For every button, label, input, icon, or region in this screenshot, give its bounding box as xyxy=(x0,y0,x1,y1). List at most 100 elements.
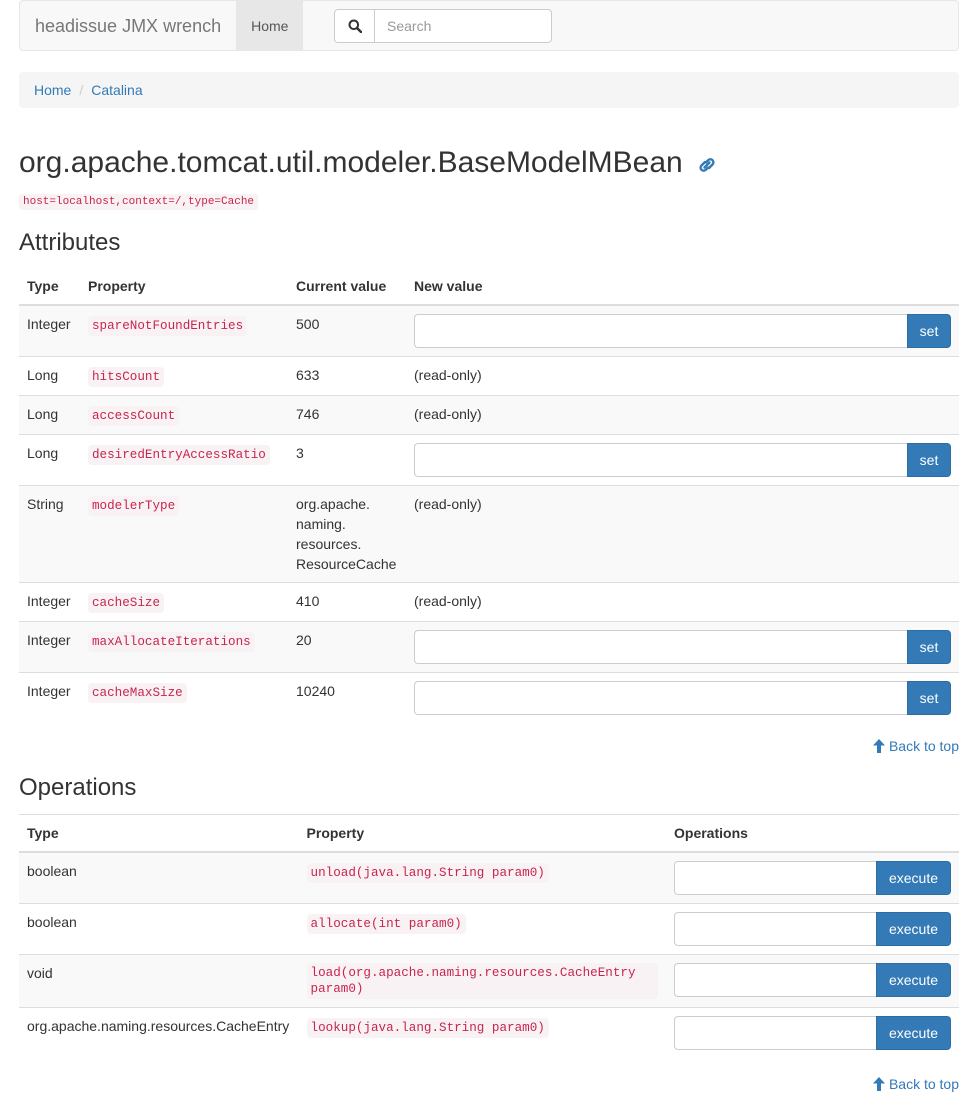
page-title-text: org.apache.tomcat.util.modeler.BaseModel… xyxy=(19,146,683,179)
operation-row: boolean allocate(int param0) execute xyxy=(19,903,959,955)
attribute-current-value: 500 xyxy=(288,305,406,357)
operations-heading: Operations xyxy=(19,774,137,801)
attribute-property: desiredEntryAccessRatio xyxy=(88,445,270,465)
attribute-new-value-input[interactable] xyxy=(414,443,907,477)
operation-param-input[interactable] xyxy=(674,861,876,895)
attribute-readonly-text: (read-only) xyxy=(406,356,959,396)
attribute-property: cacheMaxSize xyxy=(88,683,187,703)
operation-signature: lookup(java.lang.String param0) xyxy=(306,1018,549,1038)
value-line: org.apache. xyxy=(296,496,370,512)
arrow-up-icon xyxy=(872,1077,885,1091)
execute-button[interactable]: execute xyxy=(876,963,951,997)
attribute-readonly-text: (read-only) xyxy=(406,485,959,583)
attribute-type: Long xyxy=(19,434,80,486)
attribute-type: Long xyxy=(19,395,80,435)
attribute-type: Integer xyxy=(19,621,80,673)
attribute-new-value-input[interactable] xyxy=(414,681,907,715)
search-form xyxy=(334,9,552,43)
attribute-type: Integer xyxy=(19,672,80,723)
attribute-row: Long desiredEntryAccessRatio 3 set xyxy=(19,434,959,486)
operation-signature: load(org.apache.naming.resources.CacheEn… xyxy=(306,963,658,999)
breadcrumb-catalina[interactable]: Catalina xyxy=(91,82,142,98)
operation-param-input[interactable] xyxy=(674,963,876,997)
breadcrumb-separator: / xyxy=(79,82,84,98)
column-header-type: Type xyxy=(19,268,80,306)
attribute-current-value: 633 xyxy=(288,356,406,396)
operation-row: boolean unload(java.lang.String param0) … xyxy=(19,852,959,904)
back-to-top-label: Back to top xyxy=(888,738,959,754)
attribute-row: Long hitsCount 633 (read-only) xyxy=(19,356,959,396)
set-button[interactable]: set xyxy=(907,681,951,715)
operation-param-input[interactable] xyxy=(674,1016,876,1050)
set-button[interactable]: set xyxy=(907,630,951,664)
page-title: org.apache.tomcat.util.modeler.BaseModel… xyxy=(19,146,717,180)
attribute-type: Long xyxy=(19,356,80,396)
column-header-operations: Operations xyxy=(666,814,959,853)
attribute-type: String xyxy=(19,485,80,583)
execute-button[interactable]: execute xyxy=(876,912,951,946)
attribute-property: accessCount xyxy=(88,406,180,426)
execute-button[interactable]: execute xyxy=(876,1016,951,1050)
attribute-row: Long accessCount 746 (read-only) xyxy=(19,395,959,435)
operation-type: void xyxy=(19,954,299,1008)
value-line: ResourceCache xyxy=(296,556,397,572)
attribute-set-form: set xyxy=(414,314,951,348)
operation-signature: allocate(int param0) xyxy=(306,914,466,934)
back-to-top-link[interactable]: Back to top xyxy=(872,1076,959,1092)
attributes-heading: Attributes xyxy=(19,229,121,256)
operation-execute-form: execute xyxy=(674,963,951,997)
operation-type: boolean xyxy=(19,903,299,955)
operation-execute-form: execute xyxy=(674,1016,951,1050)
operation-param-input[interactable] xyxy=(674,912,876,946)
attribute-property: cacheSize xyxy=(88,593,165,613)
attribute-row: Integer spareNotFoundEntries 500 set xyxy=(19,305,959,357)
execute-button[interactable]: execute xyxy=(876,861,951,895)
attribute-current-value: 410 xyxy=(288,582,406,622)
back-to-top-label: Back to top xyxy=(888,1076,959,1092)
permalink-icon[interactable] xyxy=(697,154,717,176)
search-button[interactable] xyxy=(334,9,374,43)
nav-home-link[interactable]: Home xyxy=(236,0,304,51)
search-icon xyxy=(348,19,362,33)
search-input[interactable] xyxy=(374,9,552,43)
operation-type: org.apache.naming.resources.CacheEntry xyxy=(19,1007,299,1058)
attribute-row: Integer maxAllocateIterations 20 set xyxy=(19,621,959,673)
attribute-row: Integer cacheMaxSize 10240 set xyxy=(19,672,959,723)
attribute-readonly-text: (read-only) xyxy=(406,582,959,622)
object-name-badge: host=localhost,context=/,type=Cache xyxy=(19,194,259,210)
column-header-property: Property xyxy=(298,814,666,853)
set-button[interactable]: set xyxy=(907,314,951,348)
attributes-header-row: Type Property Current value New value xyxy=(19,268,959,306)
attribute-property: hitsCount xyxy=(88,367,165,387)
set-button[interactable]: set xyxy=(907,443,951,477)
attribute-set-form: set xyxy=(414,443,951,477)
column-header-current-value: Current value xyxy=(288,268,406,306)
attributes-table: Type Property Current value New value In… xyxy=(19,268,959,723)
breadcrumb: Home / Catalina xyxy=(19,72,959,108)
breadcrumb-home[interactable]: Home xyxy=(34,82,71,98)
attribute-row: String modelerType org.apache. naming. r… xyxy=(19,485,959,583)
operation-type: boolean xyxy=(19,852,299,904)
attribute-current-value: 10240 xyxy=(288,672,406,723)
attribute-current-value: org.apache. naming. resources. ResourceC… xyxy=(288,485,406,583)
back-to-top-link[interactable]: Back to top xyxy=(872,738,959,754)
navbar: headissue JMX wrench Home xyxy=(19,0,959,51)
operations-header-row: Type Property Operations xyxy=(19,814,959,853)
attribute-set-form: set xyxy=(414,681,951,715)
attribute-property: spareNotFoundEntries xyxy=(88,316,248,336)
operation-execute-form: execute xyxy=(674,861,951,895)
attribute-new-value-input[interactable] xyxy=(414,314,907,348)
brand-link[interactable]: headissue JMX wrench xyxy=(20,1,236,51)
attribute-new-value-input[interactable] xyxy=(414,630,907,664)
attribute-type: Integer xyxy=(19,305,80,357)
value-line: resources. xyxy=(296,536,362,552)
column-header-type: Type xyxy=(19,814,299,853)
attribute-property: maxAllocateIterations xyxy=(88,632,255,652)
attribute-set-form: set xyxy=(414,630,951,664)
operation-signature: unload(java.lang.String param0) xyxy=(306,863,549,883)
attribute-type: Integer xyxy=(19,582,80,622)
arrow-up-icon xyxy=(872,739,885,753)
value-line: naming. xyxy=(296,516,346,532)
column-header-property: Property xyxy=(80,268,288,306)
attribute-current-value: 3 xyxy=(288,434,406,486)
